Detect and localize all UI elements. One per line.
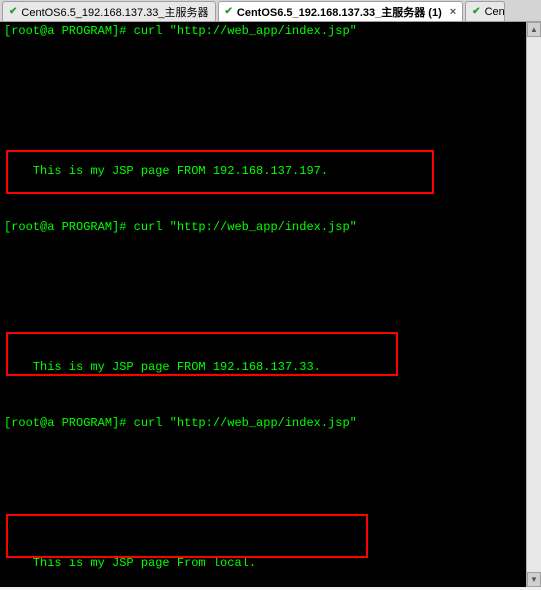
tab-bar: ✔ CentOS6.5_192.168.137.33_主服务器 ✔ CentOS… bbox=[0, 0, 541, 22]
check-icon: ✔ bbox=[472, 6, 480, 17]
scroll-track[interactable] bbox=[527, 37, 541, 572]
check-icon: ✔ bbox=[9, 6, 17, 17]
tab-server-0[interactable]: ✔ CentOS6.5_192.168.137.33_主服务器 bbox=[2, 1, 216, 21]
vertical-scrollbar[interactable]: ▲ ▼ bbox=[526, 22, 541, 587]
highlight-box-1 bbox=[6, 150, 434, 194]
tab-server-2[interactable]: ✔ CentOS bbox=[465, 1, 505, 21]
scroll-up-icon[interactable]: ▲ bbox=[527, 22, 541, 37]
highlight-box-3 bbox=[6, 514, 368, 558]
check-icon: ✔ bbox=[225, 6, 233, 17]
tab-label: CentOS bbox=[485, 6, 506, 18]
tab-label: CentOS6.5_192.168.137.33_主服务器 (1) bbox=[237, 4, 442, 20]
close-icon[interactable]: × bbox=[450, 6, 456, 18]
tab-label: CentOS6.5_192.168.137.33_主服务器 bbox=[21, 4, 208, 20]
highlight-box-2 bbox=[6, 332, 398, 376]
tab-server-1[interactable]: ✔ CentOS6.5_192.168.137.33_主服务器 (1) × bbox=[218, 1, 464, 21]
terminal-output[interactable]: [root@a PROGRAM]# curl "http://web_app/i… bbox=[0, 22, 541, 587]
scroll-down-icon[interactable]: ▼ bbox=[527, 572, 541, 587]
